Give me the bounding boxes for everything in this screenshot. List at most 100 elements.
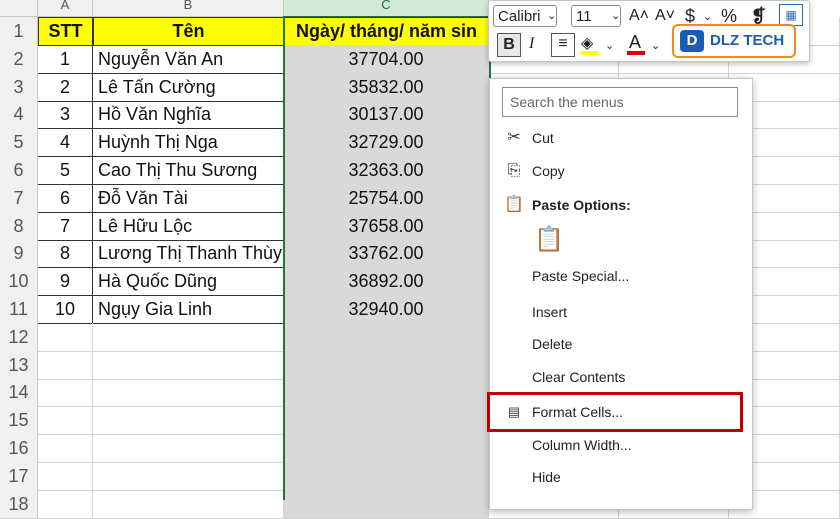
cell-ngay[interactable]: 30137.00 [284, 100, 489, 129]
fill-color-dropdown-icon[interactable]: ⌄ [605, 35, 614, 57]
cell-ten[interactable]: Hồ Văn Nghĩa [93, 100, 284, 129]
header-text-ngay: Ngày/ tháng/ năm sin [295, 21, 478, 41]
column-header-b[interactable]: B [93, 0, 284, 17]
cell-ngay[interactable] [284, 434, 489, 463]
column-header-c[interactable]: C [284, 0, 489, 18]
cell-stt[interactable]: 7 [38, 212, 93, 241]
cell-ngay[interactable]: 32729.00 [284, 128, 489, 157]
row-header[interactable]: 8 [0, 212, 38, 241]
row-header[interactable]: 5 [0, 128, 38, 157]
cell-ten[interactable]: Ngụy Gia Linh [93, 295, 284, 324]
cell-ngay[interactable] [284, 462, 489, 491]
menu-item-clear-contents[interactable]: Clear Contents [490, 362, 752, 392]
font-size-dropdown-icon[interactable]: ⌄ [611, 5, 620, 27]
row-header[interactable]: 2 [0, 45, 38, 74]
row-header[interactable]: 10 [0, 267, 38, 296]
cell-stt[interactable]: 1 [38, 45, 93, 74]
cell-ten[interactable]: Huỳnh Thị Nga [93, 128, 284, 157]
cell-stt[interactable]: 9 [38, 267, 93, 296]
menu-search-input[interactable]: Search the menus [502, 87, 738, 117]
increase-font-size-button[interactable]: A˄ [629, 5, 649, 27]
header-cell-stt[interactable]: STT [38, 17, 93, 46]
cell-ten[interactable] [93, 434, 284, 463]
cell-ngay[interactable] [284, 323, 489, 352]
cell-stt[interactable] [38, 462, 93, 491]
row-header[interactable]: 17 [0, 462, 38, 491]
cell-ngay[interactable] [284, 490, 489, 519]
cell-ngay[interactable]: 35832.00 [284, 73, 489, 102]
row-header[interactable]: 12 [0, 323, 38, 352]
italic-button[interactable]: I [529, 33, 534, 55]
cell-stt[interactable] [38, 434, 93, 463]
menu-item-delete[interactable]: Delete [490, 329, 752, 359]
cell-ten[interactable]: Hà Quốc Dũng [93, 267, 284, 296]
font-color-icon[interactable]: A [629, 31, 641, 53]
cell-stt[interactable]: 10 [38, 295, 93, 324]
row-header[interactable]: 15 [0, 406, 38, 435]
format-painter-icon[interactable]: ▦ [779, 4, 803, 26]
row-header[interactable]: 3 [0, 73, 38, 102]
header-cell-ngay[interactable]: Ngày/ tháng/ năm sin [284, 17, 489, 46]
cell-ngay[interactable] [284, 378, 489, 407]
cell-stt[interactable] [38, 378, 93, 407]
hide-label: Hide [532, 469, 561, 485]
cell-ten[interactable]: Lê Tấn Cường [93, 73, 284, 102]
row-header[interactable]: 18 [0, 490, 38, 519]
row-header[interactable]: 9 [0, 239, 38, 268]
menu-item-copy[interactable]: ⎘ Copy [490, 156, 752, 186]
row-header[interactable]: 7 [0, 184, 38, 213]
font-name-dropdown-icon[interactable]: ⌄ [547, 5, 556, 27]
cell-ten[interactable]: Lê Hữu Lộc [93, 212, 284, 241]
row-header[interactable]: 16 [0, 434, 38, 463]
menu-item-insert[interactable]: Insert [490, 297, 752, 327]
cell-ten[interactable] [93, 490, 284, 519]
center-align-icon[interactable]: ≡ [551, 33, 575, 57]
cell-ngay[interactable]: 25754.00 [284, 184, 489, 213]
font-color-dropdown-icon[interactable]: ⌄ [651, 35, 660, 57]
menu-item-paste-special[interactable]: Paste Special... [490, 261, 752, 291]
row-header[interactable]: 6 [0, 156, 38, 185]
cell-ten[interactable]: Lương Thị Thanh Thùy [93, 239, 284, 268]
cell-stt[interactable] [38, 323, 93, 352]
column-header-a[interactable]: A [38, 0, 93, 17]
decrease-font-size-button[interactable]: A˅ [655, 5, 675, 27]
cell-stt[interactable]: 3 [38, 100, 93, 129]
cell-ten[interactable] [93, 462, 284, 491]
cell-ten[interactable] [93, 323, 284, 352]
header-cell-ten[interactable]: Tên [93, 17, 284, 46]
cell-stt[interactable] [38, 406, 93, 435]
cell-ngay[interactable] [284, 351, 489, 380]
paste-clipboard-icon[interactable]: 📋 [534, 225, 564, 254]
cell-ten[interactable]: Cao Thị Thu Sương [93, 156, 284, 185]
menu-item-hide[interactable]: Hide [490, 462, 752, 492]
cell-ten[interactable]: Nguyễn Văn An [93, 45, 284, 74]
cell-ngay[interactable]: 36892.00 [284, 267, 489, 296]
row-header[interactable]: 11 [0, 295, 38, 324]
cell-ngay[interactable]: 37704.00 [284, 45, 489, 74]
cell-stt[interactable]: 2 [38, 73, 93, 102]
cell-stt[interactable]: 6 [38, 184, 93, 213]
menu-item-column-width[interactable]: Column Width... [490, 430, 752, 460]
cell-stt[interactable] [38, 351, 93, 380]
select-all-corner[interactable] [0, 0, 38, 17]
menu-item-cut[interactable]: ✂ Cut [490, 123, 752, 153]
cell-ngay[interactable]: 32363.00 [284, 156, 489, 185]
cell-ngay[interactable]: 32940.00 [284, 295, 489, 324]
cell-ten[interactable]: Đỗ Văn Tài [93, 184, 284, 213]
cell-ten[interactable] [93, 378, 284, 407]
row-header[interactable]: 4 [0, 100, 38, 129]
cell-stt[interactable]: 5 [38, 156, 93, 185]
row-header[interactable]: 13 [0, 351, 38, 380]
cell-ten[interactable] [93, 406, 284, 435]
cell-ngay[interactable]: 37658.00 [284, 212, 489, 241]
row-header[interactable]: 14 [0, 378, 38, 407]
row-header[interactable]: 1 [0, 17, 38, 46]
cell-stt[interactable]: 8 [38, 239, 93, 268]
cell-stt[interactable] [38, 490, 93, 519]
cell-stt[interactable]: 4 [38, 128, 93, 157]
cell-ngay[interactable]: 33762.00 [284, 239, 489, 268]
cell-ten[interactable] [93, 351, 284, 380]
cell-ngay[interactable] [284, 406, 489, 435]
copy-icon: ⎘ [507, 162, 521, 179]
bold-button[interactable]: B [497, 33, 521, 57]
